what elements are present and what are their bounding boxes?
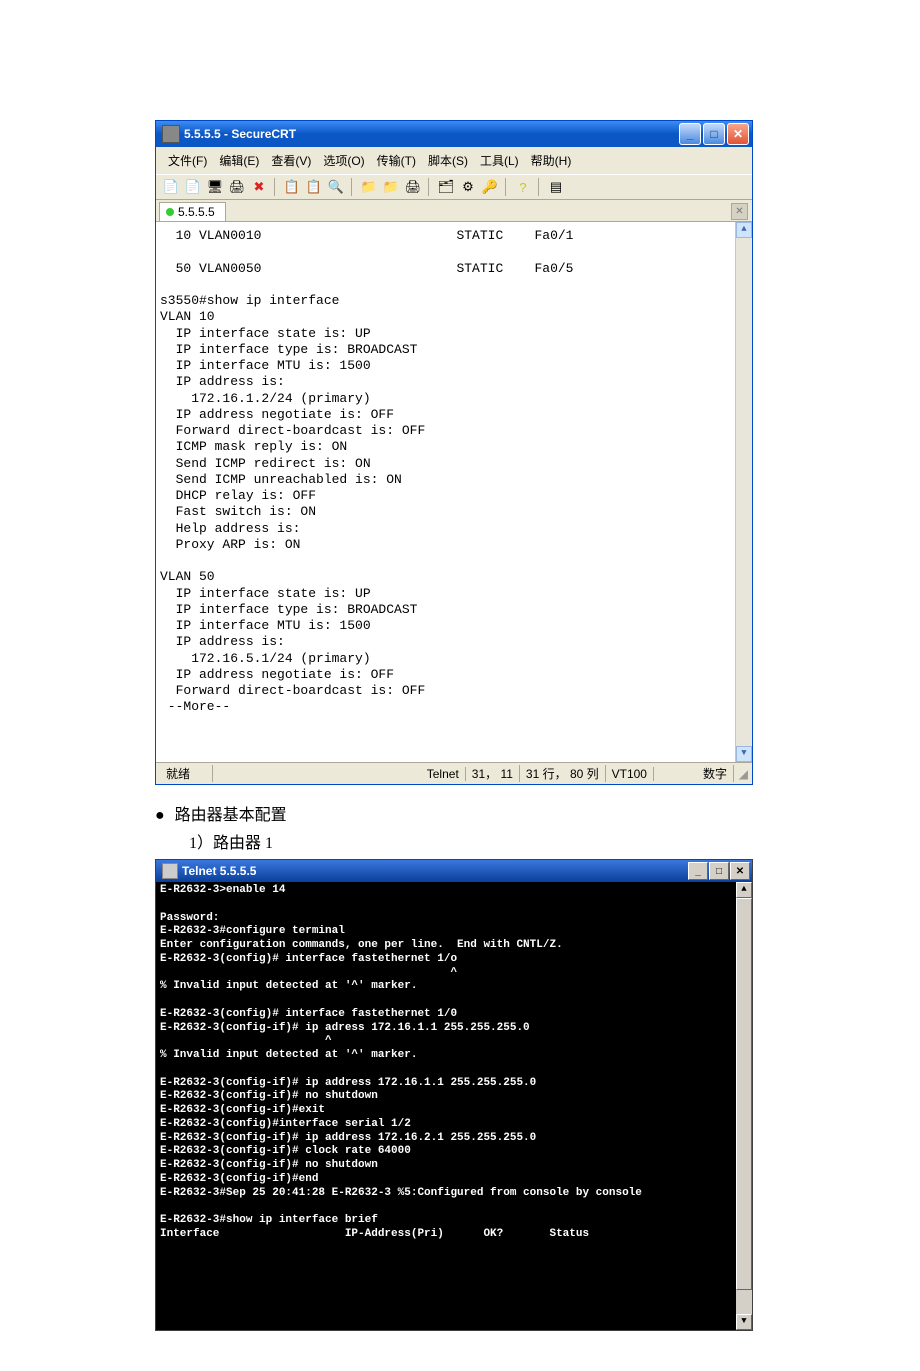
window-title: 5.5.5.5 - SecureCRT <box>184 127 679 141</box>
telnet-maximize-button[interactable]: □ <box>709 862 729 880</box>
doc-bullet: 路由器基本配置 <box>155 801 765 825</box>
telnet-scrollbar[interactable]: ▲▼ <box>736 882 752 1330</box>
tb-cancel-icon[interactable]: ✖ <box>250 178 268 196</box>
tb-options-icon[interactable]: 📁 <box>382 178 400 196</box>
tb-disconnect-icon[interactable]: 🖨 <box>228 178 246 196</box>
statusbar: 就绪 Telnet 31， 11 31 行， 80 列 VT100 数字 ◢ <box>156 762 752 784</box>
telnet-close-button[interactable]: ✕ <box>730 862 750 880</box>
resize-grip-icon[interactable]: ◢ <box>734 767 748 781</box>
close-button[interactable]: ✕ <box>727 123 749 145</box>
telnet-minimize-button[interactable]: _ <box>688 862 708 880</box>
menu-help[interactable]: 帮助(H) <box>525 150 578 171</box>
status-pos: 31， 11 <box>466 765 520 782</box>
separator-icon <box>538 178 541 196</box>
tb-settings-icon[interactable]: ⚙ <box>459 178 477 196</box>
separator-icon <box>428 178 431 196</box>
telnet-app-icon <box>162 863 178 879</box>
menu-file[interactable]: 文件(F) <box>162 150 213 171</box>
tb-help-icon[interactable]: ? <box>514 178 532 196</box>
terminal-output[interactable]: 10 VLAN0010 STATIC Fa0/1 50 VLAN0050 STA… <box>156 221 752 762</box>
toolbar: 📄 📄 🖥 🖨 ✖ 📋 📋 🔍 📁 📁 🖨 🗂 ⚙ 🔑 ? ▤ <box>156 174 752 199</box>
separator-icon <box>274 178 277 196</box>
tb-copy-icon[interactable]: 📋 <box>283 178 301 196</box>
tb-quick-icon[interactable]: 📄 <box>184 178 202 196</box>
telnet-terminal[interactable]: E-R2632-3>enable 14 Password: E-R2632-3#… <box>156 882 752 1330</box>
tb-print-icon[interactable]: 🖨 <box>404 178 422 196</box>
tb-connect-icon[interactable]: 📄 <box>162 178 180 196</box>
menu-tools[interactable]: 工具(L) <box>474 150 525 171</box>
tb-find-icon[interactable]: 🔍 <box>327 178 345 196</box>
doc-numbered: 1）路由器 1 <box>189 829 765 853</box>
tb-extra-icon[interactable]: ▤ <box>547 178 565 196</box>
status-dot-icon <box>166 208 174 216</box>
menu-transfer[interactable]: 传输(T) <box>371 150 422 171</box>
securecrt-window: 5.5.5.5 - SecureCRT _ □ ✕ 文件(F) 编辑(E) 查看… <box>155 120 753 785</box>
app-icon <box>162 125 180 143</box>
doc-bullet-text: 路由器基本配置 <box>175 807 287 824</box>
doc-num-text: 1）路由器 1 <box>189 835 273 852</box>
scroll-down-icon[interactable]: ▼ <box>736 1314 752 1330</box>
menu-edit[interactable]: 编辑(E) <box>213 150 265 171</box>
titlebar[interactable]: 5.5.5.5 - SecureCRT _ □ ✕ <box>156 121 752 147</box>
session-tab[interactable]: 5.5.5.5 <box>159 202 226 221</box>
telnet-text: E-R2632-3>enable 14 Password: E-R2632-3#… <box>160 884 642 1240</box>
scroll-thumb[interactable] <box>736 898 752 1290</box>
tab-close-icon[interactable]: ✕ <box>731 203 748 220</box>
telnet-window: Telnet 5.5.5.5 _ □ ✕ E-R2632-3>enable 14… <box>155 859 753 1331</box>
telnet-titlebar[interactable]: Telnet 5.5.5.5 _ □ ✕ <box>156 860 752 882</box>
menu-script[interactable]: 脚本(S) <box>422 150 474 171</box>
terminal-text: 10 VLAN0010 STATIC Fa0/1 50 VLAN0050 STA… <box>160 228 573 714</box>
status-rows: 31 行， 80 列 <box>520 765 606 782</box>
tb-key-icon[interactable]: 🔑 <box>481 178 499 196</box>
scroll-up-icon[interactable]: ▲ <box>736 882 752 898</box>
status-ready: 就绪 <box>160 765 213 782</box>
tb-reconnect-icon[interactable]: 🖥 <box>206 178 224 196</box>
tb-session-icon[interactable]: 📁 <box>360 178 378 196</box>
status-ins: 数字 <box>697 765 734 782</box>
separator-icon <box>351 178 354 196</box>
status-term: VT100 <box>606 767 654 781</box>
tb-paste-icon[interactable]: 📋 <box>305 178 323 196</box>
separator-icon <box>505 178 508 196</box>
scroll-up-icon[interactable]: ▲ <box>736 222 752 238</box>
menu-view[interactable]: 查看(V) <box>265 150 317 171</box>
scrollbar[interactable]: ▲▼ <box>735 222 752 762</box>
status-proto: Telnet <box>421 767 466 781</box>
tab-label: 5.5.5.5 <box>178 205 215 219</box>
scroll-down-icon[interactable]: ▼ <box>736 746 752 762</box>
telnet-title: Telnet 5.5.5.5 <box>182 864 688 878</box>
tabbar: 5.5.5.5 ✕ <box>156 199 752 221</box>
maximize-button[interactable]: □ <box>703 123 725 145</box>
menu-options[interactable]: 选项(O) <box>317 150 370 171</box>
tb-props-icon[interactable]: 🗂 <box>437 178 455 196</box>
menubar: 文件(F) 编辑(E) 查看(V) 选项(O) 传输(T) 脚本(S) 工具(L… <box>156 147 752 174</box>
minimize-button[interactable]: _ <box>679 123 701 145</box>
